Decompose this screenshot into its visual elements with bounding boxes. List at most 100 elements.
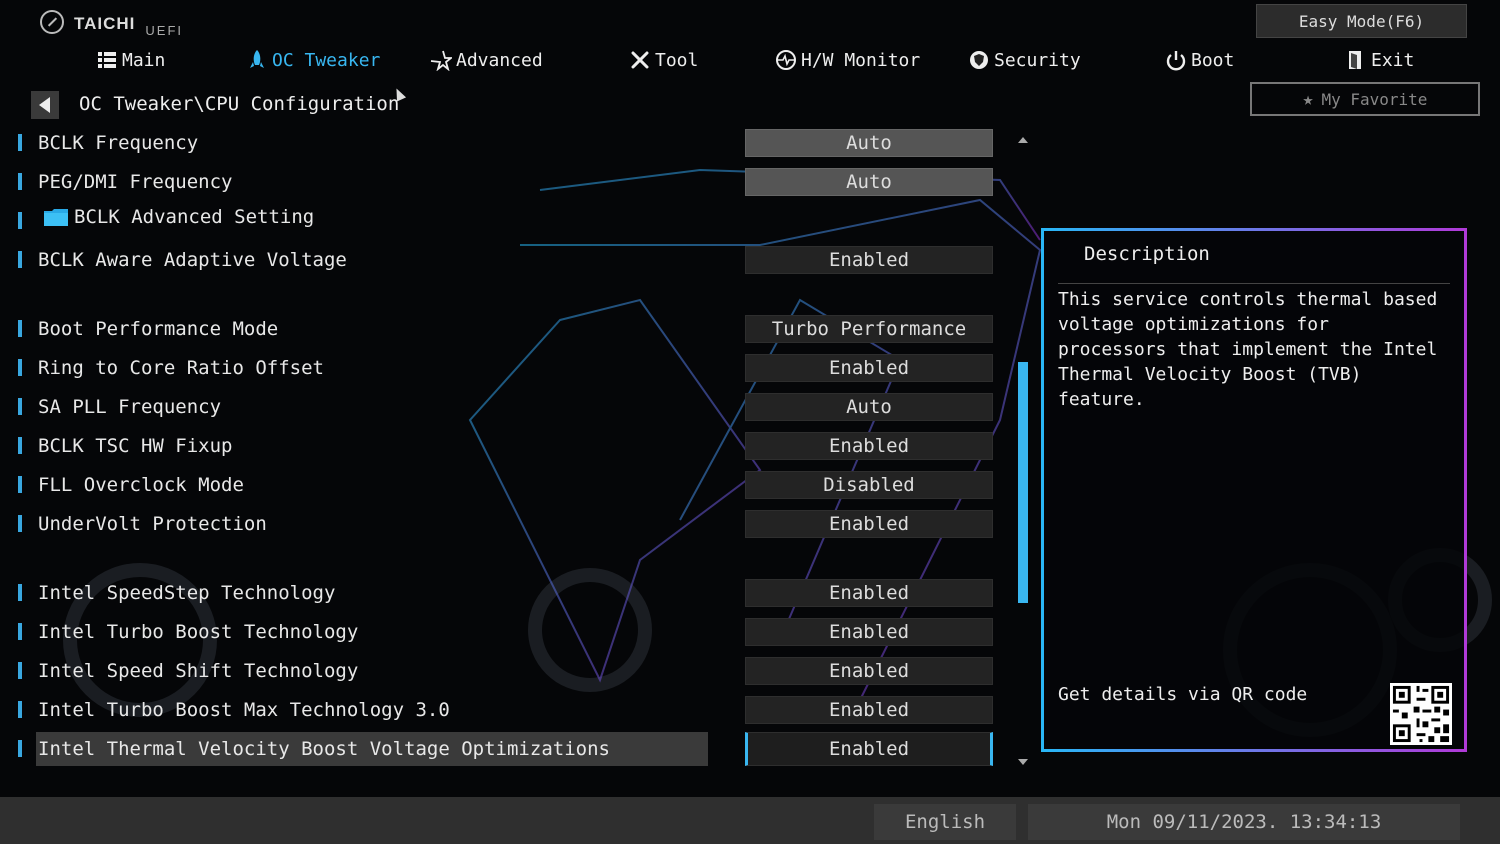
setting-label: Intel SpeedStep Technology [38, 582, 336, 604]
setting-label: Ring to Core Ratio Offset [38, 357, 324, 379]
setting-label: Boot Performance Mode [38, 318, 279, 340]
setting-row[interactable]: BCLK Frequency Auto [0, 126, 1000, 160]
main-tabs: Main OC Tweaker Advanced Tool H/W Monito… [0, 44, 1414, 76]
setting-value[interactable]: Enabled [745, 579, 993, 607]
row-bullet [18, 134, 22, 151]
taichi-logo-icon [40, 10, 64, 34]
setting-value[interactable]: Enabled [745, 354, 993, 382]
setting-row[interactable]: SA PLL Frequency Auto [0, 390, 1000, 424]
tab-exit[interactable]: Exit [1345, 44, 1414, 76]
qr-label: Get details via QR code [1058, 684, 1308, 705]
setting-label: Intel Speed Shift Technology [38, 660, 359, 682]
back-button[interactable] [31, 91, 59, 119]
scroll-up-arrow-icon[interactable] [1018, 137, 1028, 143]
tab-label: OC Tweaker [272, 49, 381, 71]
setting-row[interactable]: BCLK TSC HW Fixup Enabled [0, 429, 1000, 463]
row-bullet [18, 173, 22, 190]
tab-label: Exit [1371, 49, 1415, 71]
row-bullet [18, 437, 22, 454]
brand-name: TAICHI [74, 14, 136, 33]
scroll-down-arrow-icon[interactable] [1018, 759, 1028, 765]
row-bullet [18, 320, 22, 337]
my-favorite-label: My Favorite [1321, 89, 1428, 109]
setting-label: BCLK Advanced Setting [74, 206, 315, 228]
setting-value[interactable]: Enabled [745, 510, 993, 538]
setting-value[interactable]: Auto [745, 129, 993, 157]
tab-security[interactable]: Security [968, 44, 1081, 76]
row-bullet [18, 623, 22, 640]
scrollbar-thumb[interactable] [1018, 362, 1028, 603]
row-bullet [18, 701, 22, 718]
brand-uefi: UEFI [145, 23, 184, 38]
tab-label: Security [994, 49, 1081, 71]
setting-label: Intel Thermal Velocity Boost Voltage Opt… [36, 732, 708, 766]
description-panel: Description This service controls therma… [1041, 228, 1467, 752]
tools-icon [631, 51, 649, 69]
setting-row[interactable]: Ring to Core Ratio Offset Enabled [0, 351, 1000, 385]
row-bullet [18, 476, 22, 493]
star-icon: ★ [1302, 88, 1314, 110]
setting-row[interactable]: Intel Turbo Boost Max Technology 3.0 Ena… [0, 693, 1000, 727]
tab-label: H/W Monitor [801, 49, 921, 71]
monitor-icon [776, 50, 796, 70]
setting-row[interactable]: BCLK Aware Adaptive Voltage Enabled [0, 243, 1000, 277]
tab-boot[interactable]: Boot [1165, 44, 1234, 76]
setting-row[interactable]: FLL Overclock Mode Disabled [0, 468, 1000, 502]
exit-icon [1349, 51, 1361, 69]
setting-label: Intel Turbo Boost Technology [38, 621, 359, 643]
tab-main[interactable]: Main [96, 44, 165, 76]
setting-row[interactable]: Intel SpeedStep Technology Enabled [0, 576, 1000, 610]
setting-value[interactable]: Turbo Performance [745, 315, 993, 343]
description-title: Description [1084, 243, 1210, 265]
setting-row-selected[interactable]: Intel Thermal Velocity Boost Voltage Opt… [0, 732, 1000, 766]
row-bullet [18, 662, 22, 679]
setting-value[interactable]: Enabled [745, 246, 993, 274]
row-bullet [18, 251, 22, 268]
row-bullet [18, 398, 22, 415]
setting-label: BCLK Aware Adaptive Voltage [38, 249, 347, 271]
setting-row[interactable]: PEG/DMI Frequency Auto [0, 165, 1000, 199]
list-icon [98, 52, 116, 68]
tab-label: Main [122, 49, 166, 71]
tab-label: Advanced [456, 49, 543, 71]
setting-label: Intel Turbo Boost Max Technology 3.0 [38, 699, 450, 721]
setting-value[interactable]: Enabled [745, 618, 993, 646]
setting-value[interactable]: Auto [745, 393, 993, 421]
row-bullet [18, 515, 22, 532]
row-bullet [18, 212, 22, 229]
tab-tool[interactable]: Tool [629, 44, 698, 76]
tab-label: Boot [1191, 49, 1235, 71]
setting-value[interactable]: Enabled [745, 732, 993, 766]
easy-mode-button[interactable]: Easy Mode(F6) [1256, 4, 1467, 38]
setting-value[interactable]: Enabled [745, 657, 993, 685]
row-bullet [18, 740, 22, 757]
my-favorite-button[interactable]: ★ My Favorite [1250, 82, 1480, 116]
setting-row[interactable]: Intel Turbo Boost Technology Enabled [0, 615, 1000, 649]
tab-oc-tweaker[interactable]: OC Tweaker [246, 44, 380, 76]
folder-icon [44, 209, 68, 226]
submenu-row[interactable]: BCLK Advanced Setting [0, 200, 1000, 234]
row-bullet [18, 584, 22, 601]
setting-row[interactable]: Boot Performance Mode Turbo Performance [0, 312, 1000, 346]
brand: TAICHI UEFI [40, 10, 183, 38]
setting-label: SA PLL Frequency [38, 396, 222, 418]
setting-label: FLL Overclock Mode [38, 474, 244, 496]
setting-value[interactable]: Auto [745, 168, 993, 196]
breadcrumb: OC Tweaker\CPU Configuration [79, 93, 400, 115]
datetime-display: Mon 09/11/2023. 13:34:13 [1028, 804, 1460, 840]
qr-code-icon [1390, 683, 1452, 745]
language-button[interactable]: English [874, 804, 1016, 840]
description-divider [1058, 283, 1450, 284]
description-text: This service controls thermal based volt… [1058, 289, 1438, 410]
tab-advanced[interactable]: Advanced [430, 44, 543, 76]
tab-label: Tool [655, 49, 699, 71]
setting-row[interactable]: UnderVolt Protection Enabled [0, 507, 1000, 541]
tab-hw-monitor[interactable]: H/W Monitor [775, 44, 920, 76]
power-icon [1166, 51, 1186, 71]
setting-label: PEG/DMI Frequency [38, 171, 233, 193]
setting-value[interactable]: Enabled [745, 432, 993, 460]
row-bullet [18, 359, 22, 376]
setting-row[interactable]: Intel Speed Shift Technology Enabled [0, 654, 1000, 688]
setting-value[interactable]: Enabled [745, 696, 993, 724]
setting-value[interactable]: Disabled [745, 471, 993, 499]
